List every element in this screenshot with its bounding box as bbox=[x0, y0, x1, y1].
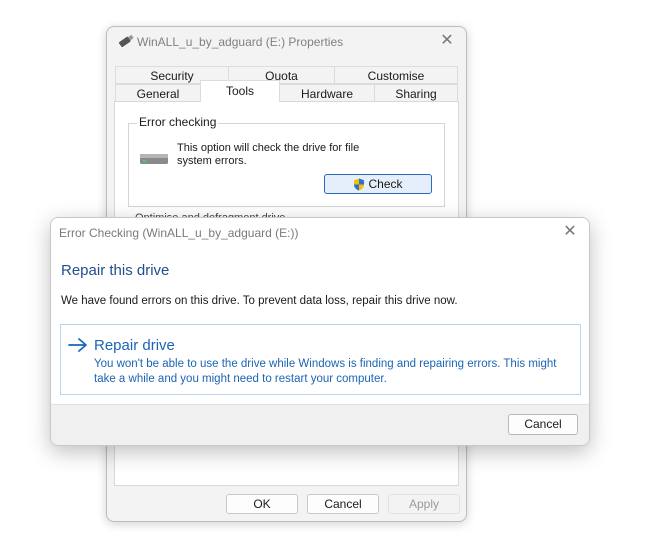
properties-titlebar[interactable]: WinALL_u_by_adguard (E:) Properties ✕ bbox=[107, 27, 466, 57]
dialog-heading: Repair this drive bbox=[61, 262, 170, 279]
tab-tools[interactable]: Tools bbox=[200, 80, 280, 102]
check-button-label: Check bbox=[368, 177, 403, 191]
dialog-message: We have found errors on this drive. To p… bbox=[61, 295, 458, 307]
dialog-title: Error Checking (WinALL_u_by_adguard (E:)… bbox=[59, 226, 299, 240]
dialog-close-button[interactable]: ✕ bbox=[559, 222, 581, 242]
tab-hardware[interactable]: Hardware bbox=[279, 84, 375, 102]
dialog-footer: Cancel bbox=[51, 404, 589, 445]
check-button[interactable]: Check bbox=[324, 174, 432, 194]
error-checking-group: Error checking This option will check th… bbox=[128, 115, 445, 207]
cancel-button[interactable]: Cancel bbox=[307, 494, 379, 514]
tab-sharing[interactable]: Sharing bbox=[374, 84, 458, 102]
usb-drive-icon bbox=[118, 34, 134, 48]
dialog-cancel-button[interactable]: Cancel bbox=[508, 414, 578, 435]
dialog-titlebar[interactable]: Error Checking (WinALL_u_by_adguard (E:)… bbox=[51, 218, 589, 246]
repair-drive-title: Repair drive bbox=[94, 337, 175, 354]
apply-button[interactable]: Apply bbox=[388, 494, 460, 514]
error-checking-dialog: Error Checking (WinALL_u_by_adguard (E:)… bbox=[50, 217, 590, 446]
tab-general[interactable]: General bbox=[115, 84, 201, 102]
repair-drive-description: You won't be able to use the drive while… bbox=[94, 358, 557, 385]
properties-close-button[interactable]: ✕ bbox=[436, 31, 458, 51]
arrow-right-icon bbox=[68, 338, 87, 352]
properties-title: WinALL_u_by_adguard (E:) Properties bbox=[137, 35, 344, 49]
tab-customise[interactable]: Customise bbox=[334, 66, 458, 84]
repair-drive-option[interactable]: Repair drive You won't be able to use th… bbox=[60, 324, 581, 395]
error-checking-label: Error checking bbox=[137, 115, 219, 129]
error-checking-description: This option will check the drive for fil… bbox=[177, 142, 360, 167]
ok-button[interactable]: OK bbox=[226, 494, 298, 514]
hard-drive-icon bbox=[140, 154, 168, 164]
uac-shield-icon bbox=[354, 178, 365, 191]
